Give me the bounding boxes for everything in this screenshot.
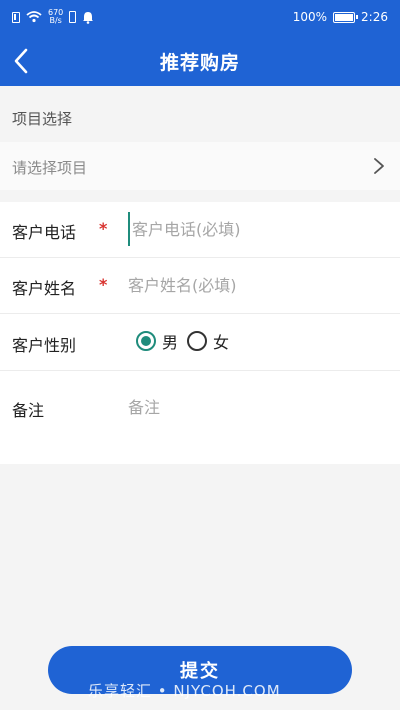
battery-icon bbox=[333, 11, 359, 23]
gender-female-option[interactable]: 女 bbox=[187, 329, 229, 353]
radio-checked-icon[interactable] bbox=[136, 331, 156, 351]
note-label: 备注 bbox=[12, 401, 45, 420]
status-bar: 670 B/s 100% 2:26 bbox=[0, 0, 400, 36]
sim-icon bbox=[12, 11, 20, 23]
radio-unchecked-icon[interactable] bbox=[187, 331, 207, 351]
phone-label: 客户电话 bbox=[12, 223, 77, 242]
vibrate-icon bbox=[69, 11, 77, 23]
gender-label: 客户性别 bbox=[12, 336, 77, 355]
gender-row: 客户性别 男 女 bbox=[0, 314, 400, 371]
gender-female-label: 女 bbox=[213, 333, 230, 352]
project-select-placeholder: 请选择项目 bbox=[12, 159, 88, 177]
name-required-mark: * bbox=[99, 275, 108, 294]
note-row: 备注 bbox=[0, 370, 400, 464]
project-section-label: 项目选择 bbox=[12, 110, 73, 128]
name-row: 客户姓名 * bbox=[0, 258, 400, 314]
page-title: 推荐购房 bbox=[159, 52, 240, 74]
clock: 2:26 bbox=[361, 10, 388, 24]
notification-bell-icon bbox=[83, 11, 94, 24]
project-select[interactable]: 请选择项目 bbox=[0, 142, 400, 190]
phone-required-mark: * bbox=[99, 219, 108, 238]
phone-row: 客户电话 * bbox=[0, 202, 400, 258]
watermark: 乐享轻汇 • NJYCOH.COM bbox=[88, 682, 281, 700]
net-speed: 670 B/s bbox=[48, 9, 63, 25]
app-header: 推荐购房 bbox=[0, 36, 400, 86]
note-input[interactable] bbox=[128, 390, 378, 424]
gender-male-option[interactable]: 男 bbox=[136, 329, 178, 353]
customer-form: 客户电话 * 客户姓名 * 客户性别 男 女 备注 bbox=[0, 202, 400, 464]
net-speed-unit: B/s bbox=[49, 16, 62, 25]
chevron-right-icon bbox=[374, 158, 384, 174]
name-label: 客户姓名 bbox=[12, 279, 77, 298]
battery-percent: 100% bbox=[292, 10, 328, 24]
gender-male-label: 男 bbox=[162, 333, 179, 352]
phone-input[interactable] bbox=[128, 212, 382, 246]
wifi-icon bbox=[26, 11, 42, 23]
name-input[interactable] bbox=[128, 268, 378, 302]
